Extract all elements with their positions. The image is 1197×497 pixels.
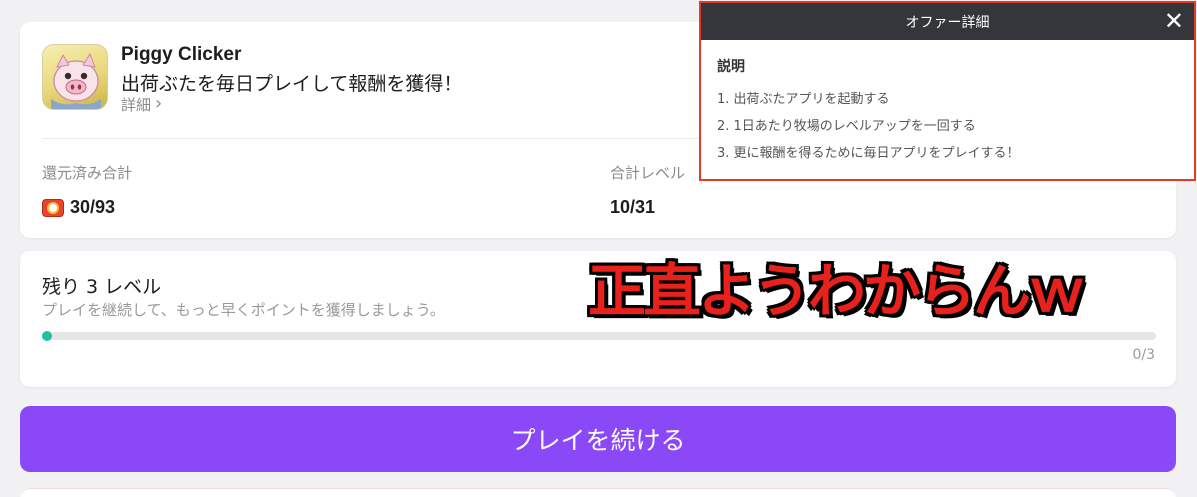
popup-step: 2. 1日あたり牧場のレベルアップを一回する <box>717 119 976 134</box>
progress-count: 0/3 <box>1132 347 1155 363</box>
progress-bar-fill <box>42 331 52 341</box>
level-progress-bar <box>42 331 1156 341</box>
point-coin-icon <box>42 198 64 217</box>
remaining-levels-title: 残り 3 レベル <box>42 276 162 298</box>
returned-total-label: 還元済み合計 <box>42 164 133 182</box>
offer-details-popup: オファー詳細 ✕ 説明 1. 出荷ぶたアプリを起動する 2. 1日あたり牧場のレ… <box>699 1 1196 181</box>
next-card-edge <box>20 488 1176 497</box>
popup-step: 1. 出荷ぶたアプリを起動する <box>717 92 890 107</box>
pig-face-icon <box>51 52 101 109</box>
popup-title: オファー詳細 <box>905 14 990 31</box>
details-link[interactable]: 詳細 › <box>121 94 162 115</box>
popup-step: 3. 更に報酬を得るために毎日アプリをプレイする！ <box>717 146 1020 161</box>
total-level-label: 合計レベル <box>610 164 686 182</box>
app-name: Piggy Clicker <box>121 44 242 65</box>
details-link-label: 詳細 <box>121 96 152 114</box>
popup-body: 説明 1. 出荷ぶたアプリを起動する 2. 1日あたり牧場のレベルアップを一回す… <box>701 40 1194 171</box>
continue-playing-button[interactable]: プレイを続ける <box>20 406 1176 472</box>
close-icon[interactable]: ✕ <box>1164 7 1184 35</box>
total-level-value: 10/31 <box>610 197 656 217</box>
remaining-levels-subtitle: プレイを継続して、もっと早くポイントを獲得しましょう。 <box>42 301 445 319</box>
chevron-right-icon: › <box>155 93 163 114</box>
returned-total-value: 30/93 <box>42 197 115 218</box>
piggy-app-icon[interactable] <box>42 44 108 110</box>
overlay-caption: 正直ようわからんｗ <box>588 257 1086 325</box>
returned-total-number: 30/93 <box>70 197 116 217</box>
popup-header: オファー詳細 ✕ <box>701 3 1194 40</box>
popup-section-title: 説明 <box>717 58 745 74</box>
offer-headline: 出荷ぶたを毎日プレイして報酬を獲得！ <box>121 73 463 95</box>
